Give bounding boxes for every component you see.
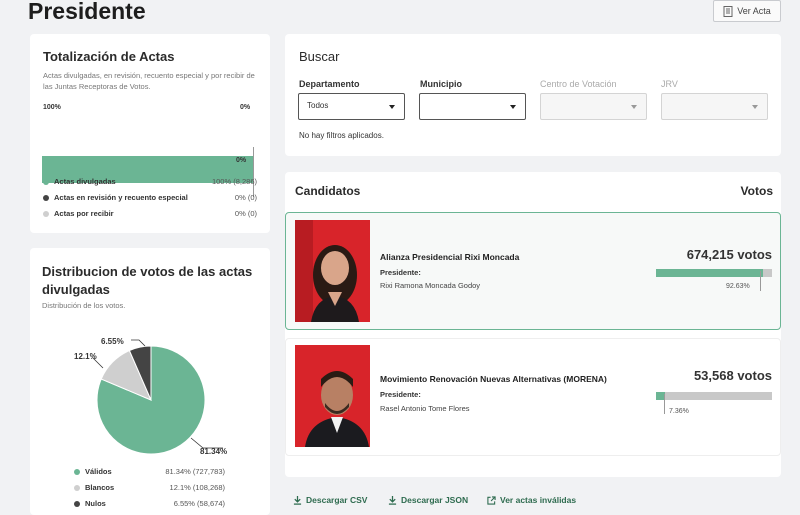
votos-header: Votos xyxy=(740,184,773,198)
chevron-down-icon xyxy=(631,105,637,109)
legend-dot xyxy=(74,485,80,491)
candidate-party: Alianza Presidencial Rixi Moncada xyxy=(380,252,520,262)
download-json-label: Descargar JSON xyxy=(401,495,469,505)
document-icon xyxy=(723,5,733,17)
bar-left-label: 100% xyxy=(43,104,61,111)
legend-item: Blancos 12.1% (108,268) xyxy=(73,482,225,494)
chevron-down-icon xyxy=(752,105,758,109)
legend-value: 6.55% (58,674) xyxy=(173,499,225,508)
departamento-value: Todos xyxy=(307,101,329,110)
candidate-role: Presidente: xyxy=(380,390,421,399)
totalizacion-subtitle: Actas divulgadas, en revisión, recuento … xyxy=(43,71,255,91)
legend-label: Actas por recibir xyxy=(54,209,114,218)
legend-value: 100% (8,286) xyxy=(211,177,257,186)
legend-item: Actas por recibir 0% (0) xyxy=(42,208,257,220)
candidate-votes: 53,568 votos xyxy=(693,368,772,383)
buscar-card: Buscar Departamento Municipio Centro de … xyxy=(285,34,781,156)
legend-item: Actas en revisión y recuento especial 0%… xyxy=(42,192,257,204)
candidate-photo xyxy=(295,345,370,447)
departamento-select[interactable]: Todos xyxy=(298,93,405,120)
totalizacion-card: Totalización de Actas Actas divulgadas, … xyxy=(30,34,270,233)
download-csv-label: Descargar CSV xyxy=(306,495,368,505)
vote-share-bar xyxy=(656,392,772,400)
candidate-votes: 674,215 votos xyxy=(686,247,772,262)
external-link-icon xyxy=(487,495,496,505)
legend-dot xyxy=(74,469,80,475)
legend-label: Blancos xyxy=(85,483,115,492)
legend-dot xyxy=(74,501,80,507)
candidate-photo xyxy=(295,220,370,322)
candidate-role: Presidente: xyxy=(380,268,421,277)
filter-label-municipio: Municipio xyxy=(420,79,462,89)
legend-label: Válidos xyxy=(85,467,112,476)
download-csv-link[interactable]: Descargar CSV xyxy=(293,495,367,505)
candidate-pct: 92.63% xyxy=(726,283,750,290)
legend-value: 81.34% (727,783) xyxy=(165,467,225,476)
centro-votacion-select[interactable] xyxy=(540,93,647,120)
legend-label: Nulos xyxy=(85,499,106,508)
download-icon xyxy=(388,495,397,505)
chevron-down-icon xyxy=(389,105,395,109)
candidate-row[interactable]: Alianza Presidencial Rixi Moncada Presid… xyxy=(285,212,781,330)
filter-label-jrv: JRV xyxy=(661,79,678,89)
buscar-title: Buscar xyxy=(299,49,340,64)
download-icon xyxy=(293,495,302,505)
legend-label: Actas divulgadas xyxy=(54,177,116,186)
legend-dot xyxy=(43,179,49,185)
vote-share-fill xyxy=(656,269,764,277)
jrv-select[interactable] xyxy=(661,93,768,120)
bar-right-label: 0% xyxy=(240,104,251,111)
municipio-select[interactable] xyxy=(419,93,526,120)
candidate-pct: 7.36% xyxy=(669,408,689,415)
ver-actas-invalidas-label: Ver actas inválidas xyxy=(500,495,577,505)
bar-end-marker xyxy=(253,147,254,197)
bar-bottom-label: 0% xyxy=(236,157,247,164)
ver-acta-label: Ver Acta xyxy=(737,6,771,16)
vote-share-marker xyxy=(664,394,665,414)
candidatos-header: Candidatos xyxy=(295,184,361,198)
download-json-link[interactable]: Descargar JSON xyxy=(388,495,468,505)
vote-share-marker xyxy=(760,271,761,291)
chevron-down-icon xyxy=(510,105,516,109)
legend-value: 12.1% (108,268) xyxy=(169,483,225,492)
pie-label-blancos: 12.1% xyxy=(74,352,97,361)
pie-leader-line xyxy=(131,339,146,347)
distribucion-card: Distribucion de votos de las actas divul… xyxy=(30,248,270,515)
filter-label-departamento: Departamento xyxy=(299,79,360,89)
legend-value: 0% (0) xyxy=(234,193,257,202)
legend-value: 0% (0) xyxy=(234,209,257,218)
legend-item: Válidos 81.34% (727,783) xyxy=(73,466,225,478)
candidate-row[interactable]: Movimiento Renovación Nuevas Alternativa… xyxy=(285,338,781,456)
pie-label-validos: 81.34% xyxy=(200,447,228,456)
vote-share-bar xyxy=(656,269,772,277)
page-title: Presidente xyxy=(28,0,146,24)
legend-item: Actas divulgadas 100% (8,286) xyxy=(42,176,257,188)
legend-label: Actas en revisión y recuento especial xyxy=(54,193,188,202)
candidate-party: Movimiento Renovación Nuevas Alternativa… xyxy=(380,374,607,384)
legend-dot xyxy=(43,211,49,217)
filter-label-centro: Centro de Votación xyxy=(540,79,617,89)
candidate-name: Rasel Antonio Tome Flores xyxy=(380,404,470,413)
pie-label-nulos: 6.55% xyxy=(101,337,124,346)
ver-actas-invalidas-link[interactable]: Ver actas inválidas xyxy=(487,495,576,505)
ver-acta-button[interactable]: Ver Acta xyxy=(713,0,781,22)
legend-dot xyxy=(43,195,49,201)
candidatos-card: Candidatos Votos Alianza Presidencial Ri… xyxy=(285,172,781,477)
candidate-name: Rixi Ramona Moncada Godoy xyxy=(380,281,481,290)
legend-item: Nulos 6.55% (58,674) xyxy=(73,498,225,510)
totalizacion-title: Totalización de Actas xyxy=(43,49,175,64)
no-filters-message: No hay filtros aplicados. xyxy=(299,131,384,140)
